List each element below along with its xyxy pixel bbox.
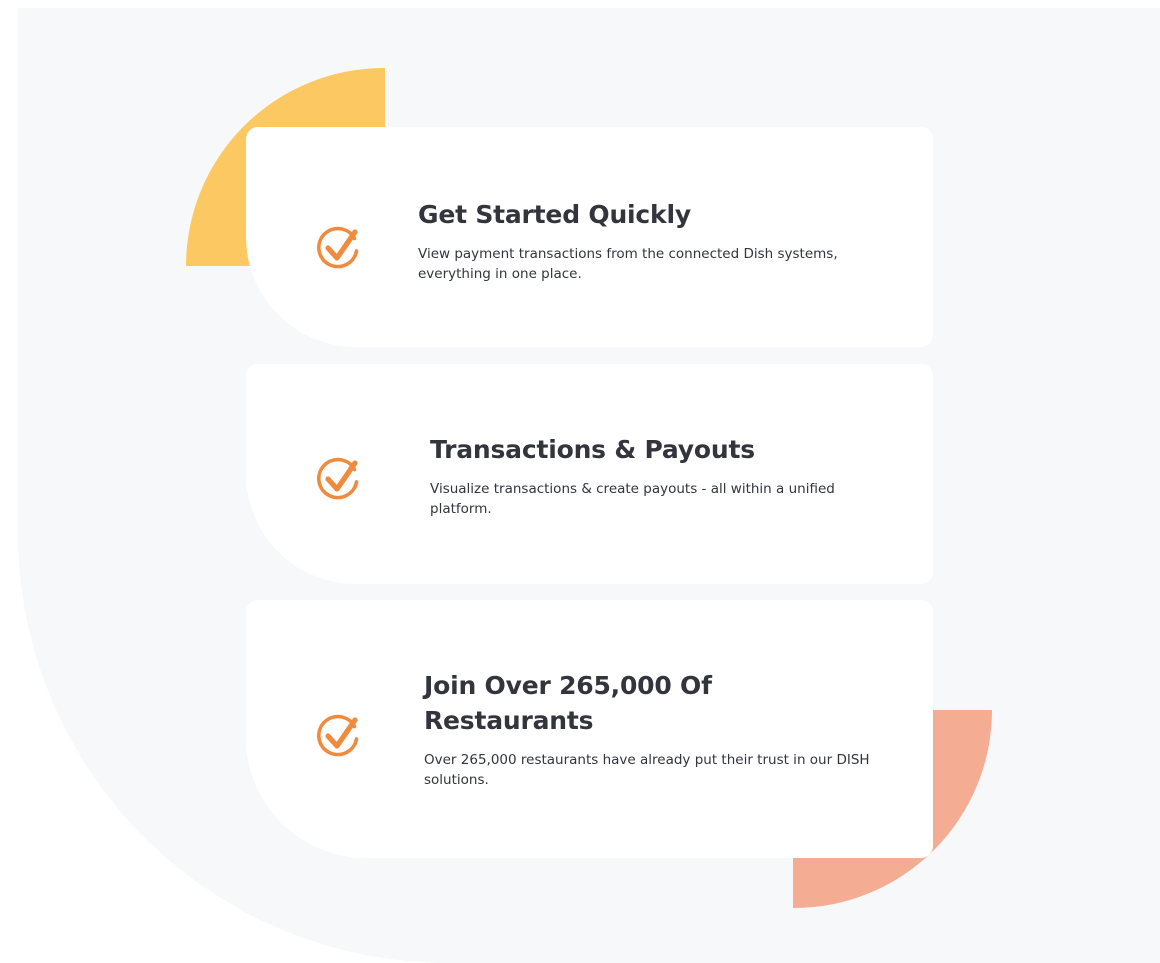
check-circle-icon (317, 226, 359, 269)
feature-title: Get Started Quickly (418, 200, 691, 229)
feature-card-transactions-payouts: Transactions & Payouts Visualize transac… (246, 364, 933, 584)
feature-description: View payment transactions from the conne… (418, 246, 838, 282)
check-circle-icon (317, 457, 359, 500)
feature-title: Transactions & Payouts (430, 435, 755, 464)
feature-text: Transactions & Payouts Visualize transac… (430, 432, 890, 519)
feature-description: Over 265,000 restaurants have already pu… (424, 752, 870, 788)
feature-title: Join Over 265,000 Of Restaurants (424, 671, 712, 735)
feature-card-join-restaurants: Join Over 265,000 Of Restaurants Over 26… (246, 600, 933, 858)
feature-text: Join Over 265,000 Of Restaurants Over 26… (424, 668, 884, 790)
feature-description: Visualize transactions & create payouts … (430, 481, 835, 517)
check-circle-icon (317, 714, 359, 757)
feature-section: Get Started Quickly View payment transac… (0, 0, 1160, 963)
feature-text: Get Started Quickly View payment transac… (418, 197, 838, 284)
feature-card-get-started: Get Started Quickly View payment transac… (246, 127, 933, 347)
